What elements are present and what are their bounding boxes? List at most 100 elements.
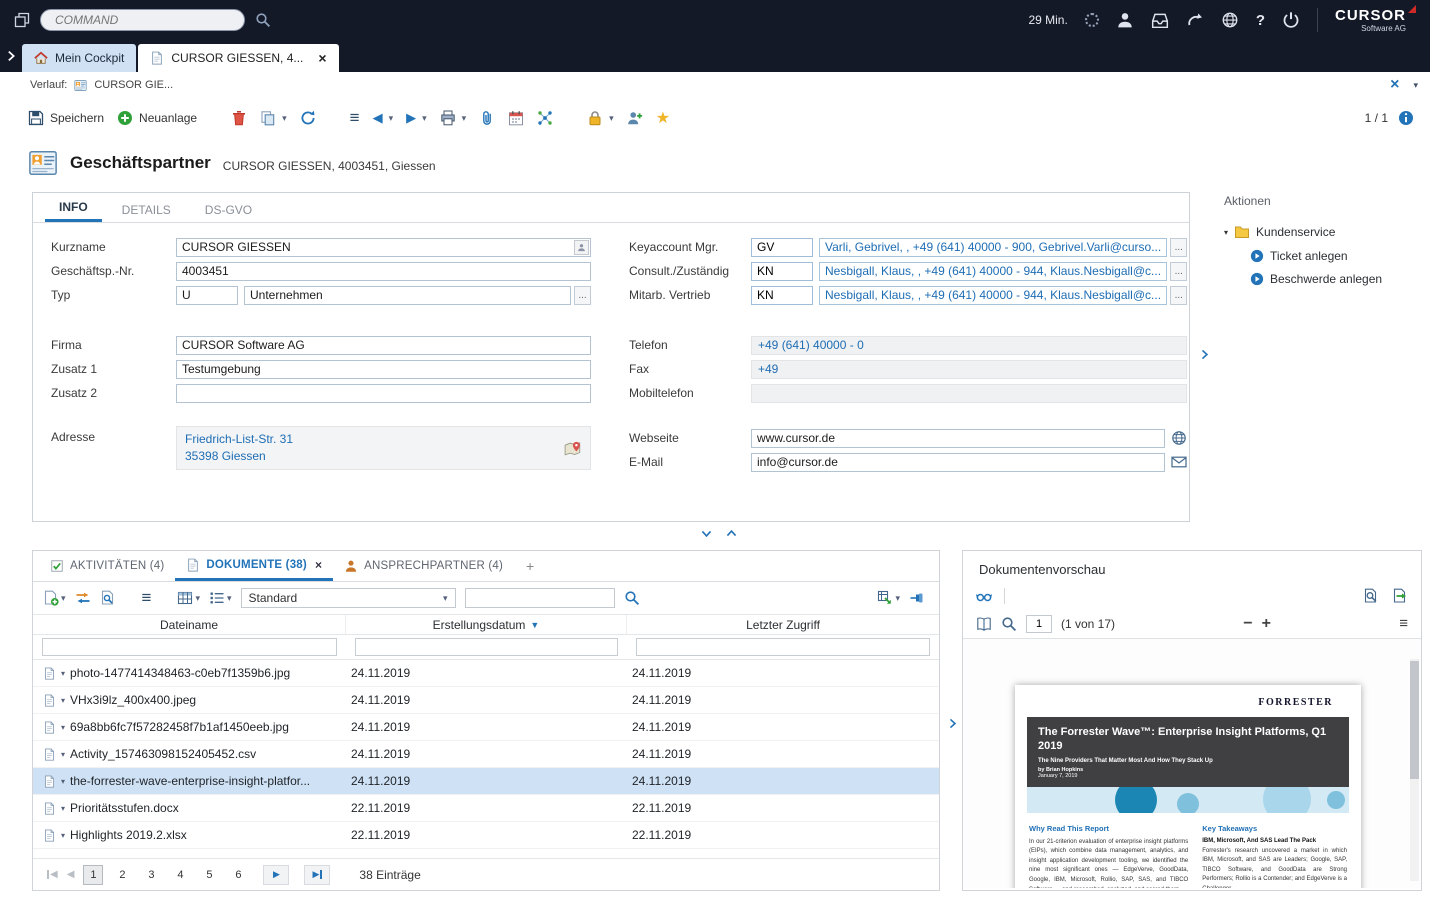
keyaccount-link[interactable]: Varli, Gebrivel, , +49 (641) 40000 - 900…	[819, 238, 1167, 257]
menu-icon[interactable]: ≡	[350, 108, 360, 128]
table-view-icon[interactable]	[177, 590, 193, 606]
zoom-search-icon[interactable]	[1001, 616, 1017, 632]
zusatz1-input[interactable]	[176, 360, 591, 379]
add-contact-icon[interactable]	[627, 110, 643, 126]
preview-menu-icon[interactable]: ≡	[1399, 615, 1408, 632]
collapse-up-icon[interactable]	[725, 527, 738, 540]
refresh-icon[interactable]	[300, 110, 316, 126]
tab-ansprechpartner[interactable]: ANSPRECHPARTNER (4)	[333, 551, 514, 581]
favorite-star-icon[interactable]: ★	[656, 108, 670, 128]
document-zoom-icon[interactable]	[1363, 588, 1379, 604]
search-icon[interactable]	[255, 12, 271, 28]
table-row[interactable]: ▾VHx3i9lz_400x400.jpeg 24.11.2019 24.11.…	[33, 687, 939, 714]
tab-info[interactable]: INFO	[45, 193, 102, 222]
row-menu-caret-icon[interactable]: ▾	[61, 669, 65, 678]
zusatz2-input[interactable]	[176, 384, 591, 403]
search-icon[interactable]	[624, 590, 640, 606]
page-button-6[interactable]: 6	[228, 865, 248, 885]
lock-menu-caret-icon[interactable]: ▾	[609, 113, 614, 124]
pin-icon[interactable]	[909, 590, 925, 606]
globe-icon[interactable]	[1171, 430, 1187, 446]
sidebar-expand-icon[interactable]	[0, 40, 22, 72]
tab-details[interactable]: DETAILS	[108, 196, 185, 222]
column-erstellungsdatum[interactable]: Erstellungsdatum ▼	[346, 615, 627, 634]
list-settings-icon[interactable]	[209, 590, 225, 606]
page-button-2[interactable]: 2	[112, 865, 132, 885]
kurzname-input[interactable]	[176, 238, 591, 257]
documents-search-input[interactable]	[465, 588, 615, 608]
address-line2[interactable]: 35398 Giessen	[185, 448, 582, 465]
add-tab-button[interactable]: +	[514, 551, 546, 581]
forward-menu-caret-icon[interactable]: ▾	[422, 113, 427, 124]
mobiltelefon-field[interactable]	[751, 384, 1187, 403]
scrollbar-thumb[interactable]	[1410, 661, 1419, 779]
filter-dateiname-input[interactable]	[42, 638, 337, 656]
vertrieb-lookup-button[interactable]: ...	[1170, 286, 1187, 305]
list-settings-caret-icon[interactable]: ▾	[227, 593, 232, 604]
attachment-icon[interactable]	[479, 110, 495, 126]
table-row[interactable]: ▾69a8bb6fc7f57282458f7b1af1450eeb.jpg 24…	[33, 714, 939, 741]
close-icon[interactable]: ×	[315, 558, 322, 572]
history-item[interactable]: CURSOR GIE...	[94, 79, 173, 91]
consult-code-input[interactable]	[751, 262, 813, 281]
vertrieb-link[interactable]: Nesbigall, Klaus, , +49 (641) 40000 - 94…	[819, 286, 1167, 305]
filter-letzter-zugriff-input[interactable]	[636, 638, 930, 656]
tab-dokumente-active[interactable]: DOKUMENTE (38) ×	[175, 551, 333, 581]
address-line1[interactable]: Friedrich-List-Str. 31	[185, 431, 582, 448]
keyaccount-code-input[interactable]	[751, 238, 813, 257]
export-caret-icon[interactable]: ▾	[895, 593, 900, 604]
save-button[interactable]: Speichern	[28, 110, 104, 126]
page-layout-icon[interactable]	[976, 616, 992, 632]
menu-icon[interactable]: ≡	[142, 588, 152, 608]
table-view-caret-icon[interactable]: ▾	[195, 593, 200, 604]
row-menu-caret-icon[interactable]: ▾	[61, 831, 65, 840]
table-row[interactable]: ▾Activity_157463098152405452.csv 24.11.2…	[33, 741, 939, 768]
copy-menu-caret-icon[interactable]: ▾	[282, 113, 287, 124]
help-icon[interactable]: ?	[1256, 12, 1265, 29]
inbox-tray-icon[interactable]	[1151, 11, 1169, 29]
transfer-icon[interactable]	[75, 590, 91, 606]
action-beschwerde-anlegen[interactable]: Beschwerde anlegen	[1250, 272, 1422, 286]
close-icon[interactable]: ×	[318, 50, 326, 66]
tab-ds-gvo[interactable]: DS-GVO	[191, 196, 266, 222]
tree-expand-caret-icon[interactable]: ▾	[1224, 228, 1228, 237]
window-stack-icon[interactable]	[14, 12, 30, 28]
column-dateiname[interactable]: Dateiname	[33, 615, 346, 634]
page-button-1[interactable]: 1	[83, 865, 103, 885]
document-export-icon[interactable]	[1392, 588, 1408, 604]
tab-aktivitaeten[interactable]: AKTIVITÄTEN (4)	[39, 551, 175, 581]
next-page-button[interactable]: ▶	[263, 865, 289, 885]
user-icon[interactable]	[1116, 11, 1134, 29]
vertrieb-code-input[interactable]	[751, 286, 813, 305]
previous-page-button[interactable]: ◀	[67, 869, 75, 880]
print-icon[interactable]	[440, 110, 456, 126]
row-menu-caret-icon[interactable]: ▾	[61, 777, 65, 786]
add-document-caret-icon[interactable]: ▾	[61, 593, 66, 604]
last-page-button[interactable]: ▶	[304, 865, 330, 885]
email-input[interactable]	[751, 453, 1165, 472]
delete-icon[interactable]	[231, 110, 247, 126]
view-select[interactable]: Standard ▾	[241, 588, 456, 608]
email-icon[interactable]	[1171, 454, 1187, 470]
typ-lookup-button[interactable]: ...	[574, 286, 591, 305]
close-icon[interactable]: ×	[1390, 76, 1399, 94]
document-search-icon[interactable]	[100, 590, 116, 606]
back-menu-caret-icon[interactable]: ▾	[389, 113, 394, 124]
tab-record-active[interactable]: CURSOR GIESSEN, 4... ×	[138, 44, 338, 72]
navigate-back-icon[interactable]: ◀	[373, 110, 383, 126]
table-row-selected[interactable]: ▾the-forrester-wave-enterprise-insight-p…	[33, 768, 939, 795]
export-icon[interactable]	[877, 590, 893, 606]
sort-desc-icon[interactable]: ▼	[530, 620, 539, 630]
new-record-button[interactable]: Neuanlage	[117, 110, 197, 126]
field-selector-icon[interactable]	[574, 240, 589, 255]
keyaccount-lookup-button[interactable]: ...	[1170, 238, 1187, 257]
consult-link[interactable]: Nesbigall, Klaus, , +49 (641) 40000 - 94…	[819, 262, 1167, 281]
relations-icon[interactable]	[537, 110, 553, 126]
row-menu-caret-icon[interactable]: ▾	[61, 750, 65, 759]
tab-mein-cockpit[interactable]: Mein Cockpit	[22, 44, 136, 72]
filter-erstellungsdatum-input[interactable]	[355, 638, 618, 656]
fax-field[interactable]: +49	[751, 360, 1187, 379]
typ-code-input[interactable]	[176, 286, 238, 305]
zoom-out-button[interactable]: −	[1243, 615, 1252, 633]
row-menu-caret-icon[interactable]: ▾	[61, 804, 65, 813]
